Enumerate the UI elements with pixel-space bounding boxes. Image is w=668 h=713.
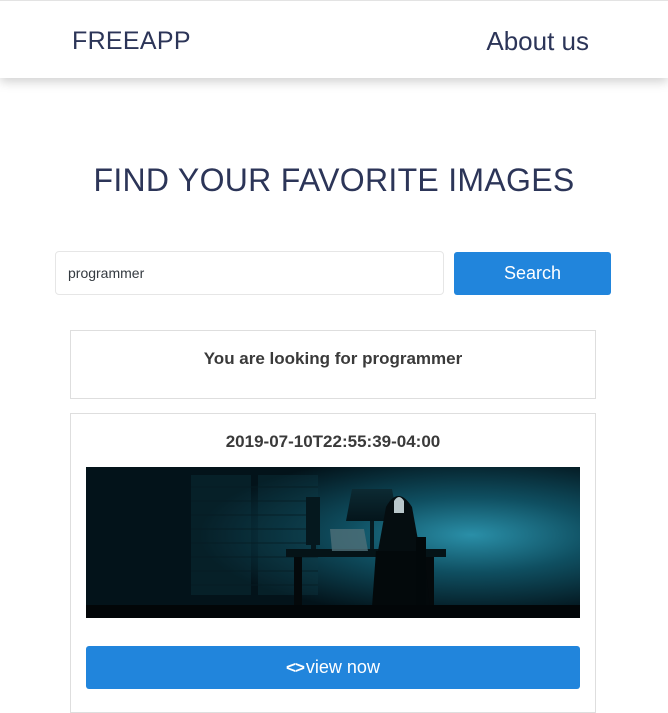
search-button[interactable]: Search: [454, 252, 611, 295]
view-now-label: view now: [305, 657, 380, 677]
query-message: You are looking for programmer: [203, 349, 463, 368]
image-date: 2019-07-10T22:55:39-04:00: [225, 432, 441, 451]
hooded-programmer-photo-icon: [86, 467, 580, 618]
code-icon: <>: [286, 657, 305, 677]
view-now-button[interactable]: <> view now: [86, 646, 580, 689]
query-message-card: You are looking for programmer: [70, 330, 596, 399]
brand-logo-link[interactable]: FREEAPP: [72, 27, 191, 56]
search-input[interactable]: [55, 251, 444, 295]
image-result-card: 2019-07-10T22:55:39-04:00 <> view now: [70, 413, 596, 713]
page-title: FIND YOUR FAVORITE IMAGES: [93, 162, 575, 198]
result-image[interactable]: [86, 467, 580, 618]
about-us-link[interactable]: About us: [486, 26, 589, 57]
navbar: FREEAPP About us: [0, 0, 668, 78]
